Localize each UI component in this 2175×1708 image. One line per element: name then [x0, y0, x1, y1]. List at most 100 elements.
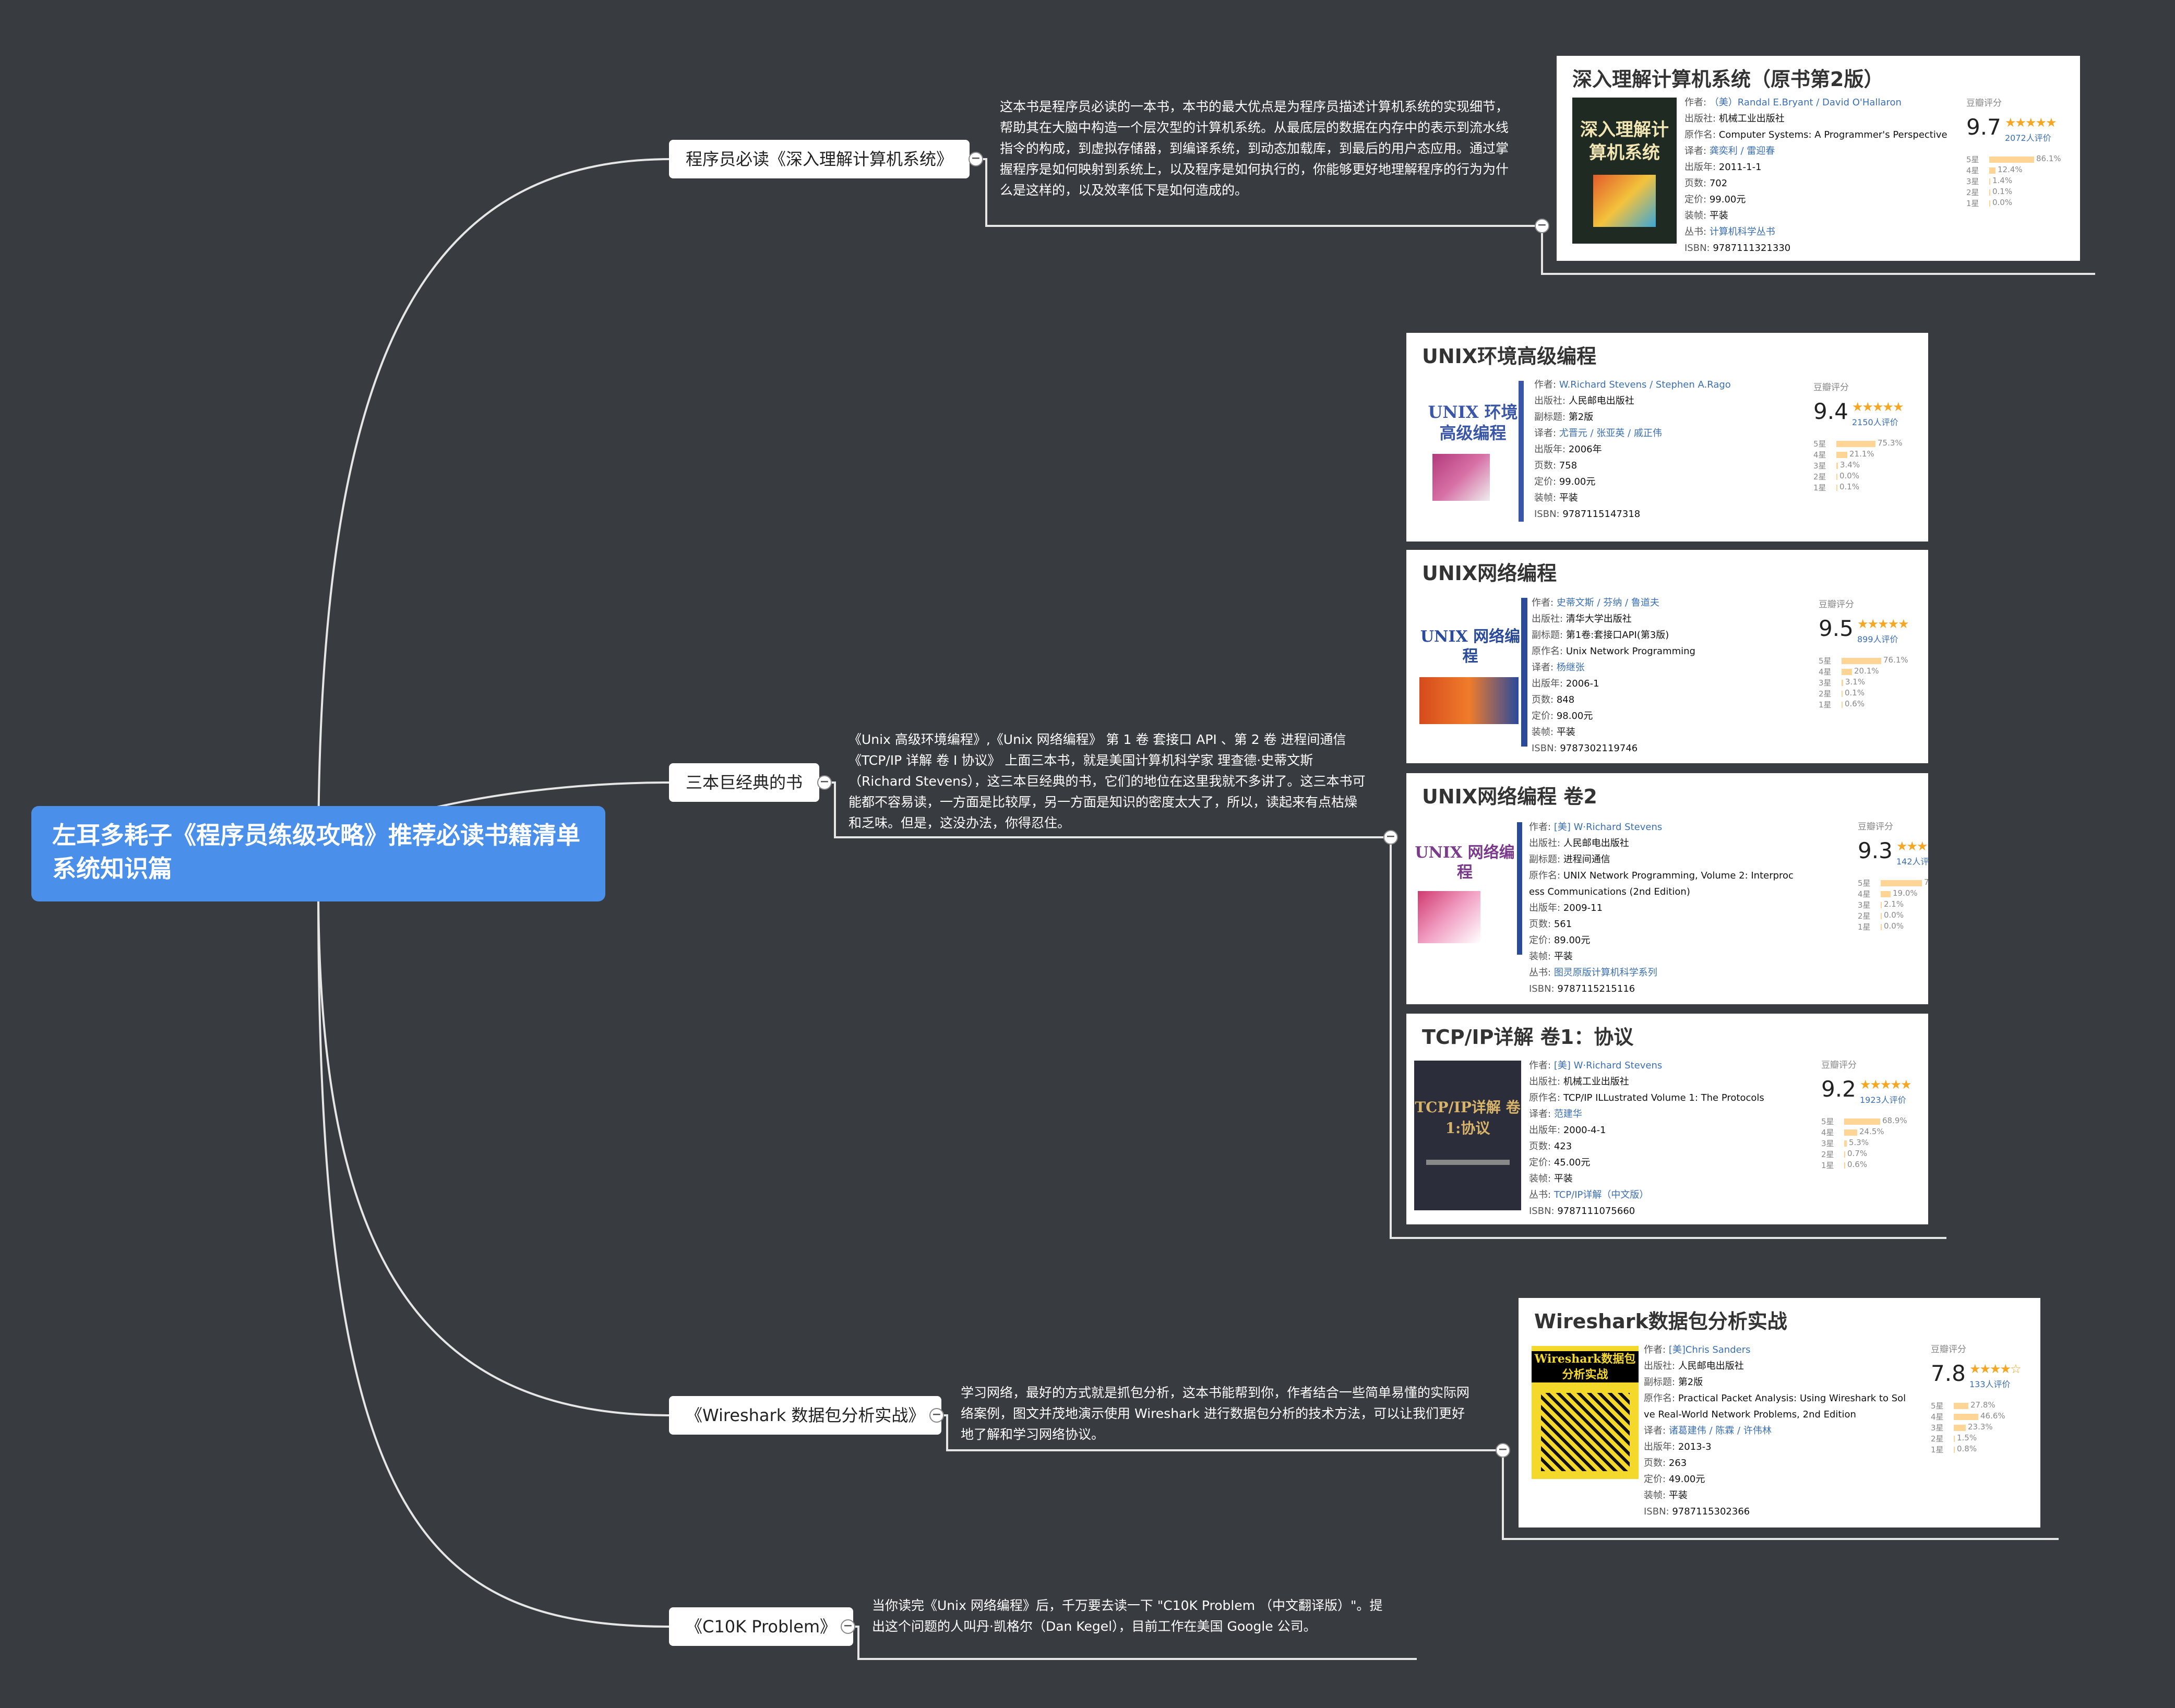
detail-link[interactable]: 图灵原版计算机科学系列 [1554, 967, 1657, 978]
detail-row: 作者: [美]Chris Sanders [1644, 1342, 1906, 1358]
detail-row: 原作名: TCP/IP ILLustrated Volume 1: The Pr… [1529, 1090, 1764, 1106]
star-level-label: 1星 [1858, 922, 1871, 932]
detail-key: ISBN: [1532, 743, 1557, 754]
detail-value: 2009-11 [1563, 903, 1603, 913]
detail-row: 副标题: 进程间通信 [1529, 851, 1794, 868]
detail-link[interactable]: （美）Randal E.Bryant / David O'Hallaron [1710, 97, 1902, 108]
topic-csapp[interactable]: 程序员必读《深入理解计算机系统》 [669, 140, 970, 178]
detail-key: 副标题: [1534, 412, 1566, 423]
cover-title: Wireshark数据包分析实战 [1532, 1351, 1639, 1382]
rating-bar [1836, 474, 1837, 480]
detail-row: 作者: [美] W·Richard Stevens [1529, 1057, 1764, 1074]
detail-value: 2006年 [1568, 444, 1602, 455]
rating-bar [1836, 441, 1875, 447]
detail-link[interactable]: 杨继张 [1557, 662, 1585, 673]
rating-count-link[interactable]: 133人评价 [1969, 1377, 2011, 1390]
rating-bar [1881, 902, 1882, 908]
detail-row: ISBN: 9787115215116 [1529, 981, 1794, 997]
detail-key: 原作名: [1529, 1092, 1561, 1103]
detail-value: 人民邮电出版社 [1678, 1361, 1744, 1372]
detail-value: 848 [1556, 694, 1575, 705]
root-topic[interactable]: 左耳多耗子《程序员练级攻略》推荐必读书籍清单系统知识篇 [31, 806, 605, 901]
detail-link[interactable]: W.Richard Stevens / Stephen A.Rago [1559, 379, 1731, 390]
detail-value: 702 [1709, 178, 1728, 189]
rating-count-link[interactable]: 2150人评价 [1852, 415, 1898, 428]
rating-bar [1842, 669, 1852, 675]
rating-percent: 1.4% [1992, 176, 2013, 185]
star-level-label: 5星 [1931, 1401, 1944, 1411]
detail-link[interactable]: 史蒂文斯 / 芬纳 / 鲁道夫 [1557, 597, 1659, 608]
collapse-toggle[interactable]: − [1383, 830, 1398, 845]
rating-label: 豆瓣评分 [1858, 822, 1893, 832]
detail-link[interactable]: 诸葛建伟 / 陈霖 / 许伟林 [1669, 1425, 1772, 1436]
collapse-toggle[interactable]: − [1496, 1443, 1510, 1458]
collapse-toggle[interactable]: − [1535, 219, 1549, 233]
rating-score: 9.3 [1858, 838, 1893, 863]
description-c10k: 当你读完《Unix 网络编程》后，千万要去读一下 "C10K Problem （… [872, 1598, 1383, 1634]
rating-bar [1954, 1425, 1966, 1431]
topic-wireshark[interactable]: 《Wireshark 数据包分析实战》 [669, 1396, 942, 1435]
detail-link[interactable]: [美] W·Richard Stevens [1554, 1060, 1662, 1071]
topic-c10k[interactable]: 《C10K Problem》 [669, 1607, 854, 1646]
rating-percent: 19.0% [1893, 888, 1918, 898]
detail-value: 机械工业出版社 [1718, 113, 1785, 124]
detail-row: 出版社: 机械工业出版社 [1529, 1074, 1764, 1090]
detail-row: 装帧: 平装 [1532, 724, 1695, 740]
connector-branch-3 [317, 886, 671, 1416]
detail-row: 装帧: 平装 [1644, 1487, 1906, 1503]
detail-link[interactable]: 范建华 [1554, 1109, 1582, 1120]
detail-link[interactable]: TCP/IP详解（中文版） [1554, 1189, 1649, 1200]
detail-key: 出版社: [1644, 1361, 1676, 1372]
topic-three-classics[interactable]: 三本巨经典的书 [669, 763, 820, 802]
star-level-label: 1星 [1966, 199, 1979, 208]
cover-title: UNIX 网络编程 [1420, 628, 1521, 666]
book-cover: Wireshark数据包分析实战 [1532, 1346, 1639, 1479]
detail-row: 出版年: 2013-3 [1644, 1439, 1906, 1455]
detail-key: 译者: [1529, 1109, 1551, 1120]
cover-art [1426, 1160, 1510, 1165]
detail-value: 进程间通信 [1563, 854, 1610, 865]
detail-row: ess Communications (2nd Edition) [1529, 884, 1794, 900]
collapse-toggle[interactable]: − [841, 1619, 855, 1634]
collapse-toggle[interactable]: − [817, 775, 832, 790]
detail-row: 装帧: 平装 [1529, 1171, 1764, 1187]
detail-key: 原作名: [1532, 646, 1563, 657]
detail-link[interactable]: 计算机科学丛书 [1710, 226, 1775, 237]
rating-bar [1844, 1129, 1857, 1136]
collapse-toggle[interactable]: − [969, 152, 983, 166]
detail-link[interactable]: 尤晋元 / 张亚英 / 戚正伟 [1559, 428, 1662, 439]
book-cover: TCP/IP详解 卷1:协议 [1414, 1061, 1521, 1210]
detail-key: 页数: [1684, 178, 1707, 189]
star-level-label: 2星 [1819, 689, 1832, 699]
rating-percent: 0.0% [1884, 921, 1904, 931]
book-title: UNIX环境高级编程 [1422, 345, 1597, 368]
rating-bar [1836, 485, 1837, 491]
detail-row: ISBN: 9787302119746 [1532, 740, 1695, 756]
rating-count-link[interactable]: 2072人评价 [2005, 131, 2051, 143]
detail-key: 丛书: [1529, 1189, 1551, 1200]
rating-percent: 23.3% [1968, 1422, 1993, 1432]
rating-bar [1989, 200, 1990, 207]
book-details: 作者: [美] W·Richard Stevens 出版社: 机械工业出版社 原作名… [1529, 1057, 1764, 1219]
detail-row: 页数: 758 [1534, 458, 1731, 474]
book-details: 作者: [美]Chris Sanders 出版社: 人民邮电出版社 副标题: 第2版… [1644, 1342, 1906, 1520]
rating-count-link[interactable]: 142人评价 [1896, 855, 1928, 867]
detail-link[interactable]: 龚奕利 / 雷迎春 [1710, 146, 1775, 157]
collapse-toggle[interactable]: − [929, 1408, 944, 1423]
rating-count-link[interactable]: 899人评价 [1857, 632, 1898, 645]
rating-count-link[interactable]: 1923人评价 [1860, 1093, 1906, 1105]
detail-row: ISBN: 9787115147318 [1534, 506, 1731, 522]
detail-value: Unix Network Programming [1565, 646, 1695, 657]
rating-bar [1844, 1151, 1845, 1158]
cover-title: UNIX 网络编程 [1415, 844, 1515, 882]
book-card: 深入理解计算机系统（原书第2版） 深入理解计算机系统 作者: （美）Randal… [1557, 56, 2080, 261]
detail-link[interactable]: [美]Chris Sanders [1669, 1344, 1751, 1355]
rating-percent: 27.8% [1970, 1400, 1995, 1410]
detail-link[interactable]: [美] W·Richard Stevens [1554, 822, 1662, 833]
detail-row: 定价: 89.00元 [1529, 932, 1794, 948]
rating-percent: 0.6% [1845, 699, 1865, 708]
detail-row: 定价: 49.00元 [1644, 1471, 1906, 1487]
rating-label: 豆瓣评分 [1821, 1060, 1857, 1070]
detail-row: 定价: 45.00元 [1529, 1154, 1764, 1171]
connector-branch-1 [317, 158, 671, 856]
